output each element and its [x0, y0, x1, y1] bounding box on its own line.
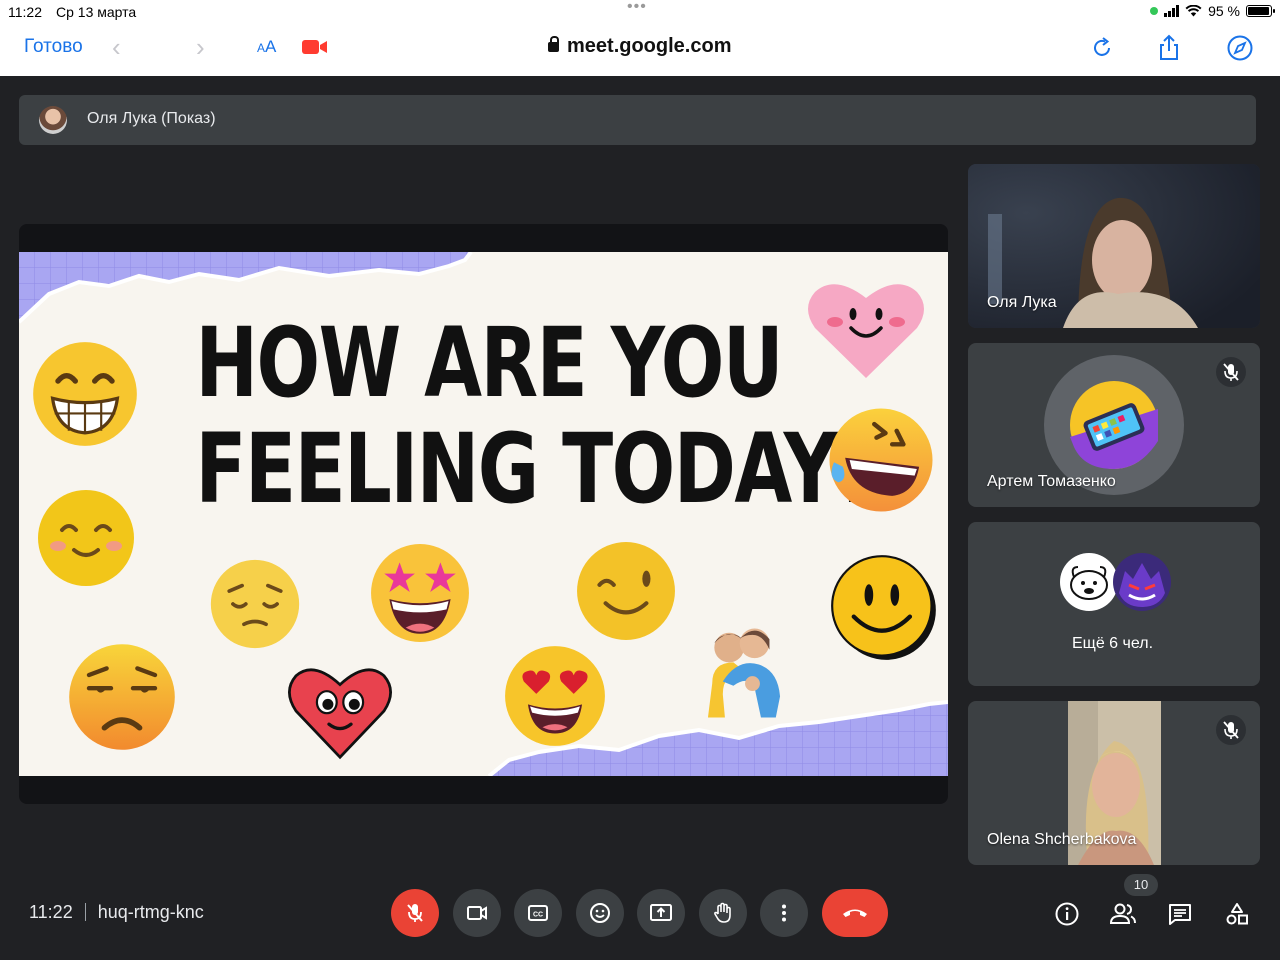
battery-percent: 95 %: [1208, 3, 1240, 19]
text-size-button[interactable]: AA: [257, 37, 276, 57]
status-bar: 11:22 Ср 13 марта ••• 95 %: [0, 0, 1280, 24]
text-size-large-label: A: [265, 37, 277, 56]
slide-title: HOW ARE YOU FEELING TODAY?: [195, 307, 879, 525]
meeting-details: 11:22 huq-rtmg-knc: [29, 902, 204, 923]
wifi-icon: [1185, 5, 1202, 17]
camera-recording-icon[interactable]: [302, 38, 328, 56]
info-icon: [1055, 902, 1079, 926]
forward-chevron-icon[interactable]: ›: [196, 32, 205, 63]
raise-hand-button[interactable]: [699, 889, 747, 937]
slide-title-line-2: FEELING TODAY?: [195, 413, 879, 525]
participant-tile[interactable]: Артем Томазенко: [968, 343, 1260, 507]
battery-icon: [1246, 5, 1275, 17]
status-time: 11:22: [8, 4, 42, 20]
winking-face-icon: [577, 542, 675, 640]
url-text: meet.google.com: [567, 35, 732, 57]
mic-off-icon: [1223, 363, 1239, 381]
participant-avatar: [1113, 553, 1171, 611]
video-camera-icon: [467, 906, 487, 920]
pink-heart-face-icon: [808, 284, 924, 378]
participant-avatar: [1070, 381, 1158, 469]
more-vert-icon: [782, 904, 786, 922]
shared-slide: HOW ARE YOU FEELING TODAY?: [19, 252, 948, 776]
closed-captions-icon: CC: [528, 905, 548, 921]
meeting-controls-bar: 11:22 huq-rtmg-knc CC: [0, 872, 1280, 960]
camera-toggle-button[interactable]: [453, 889, 501, 937]
muted-indicator: [1216, 357, 1246, 387]
back-chevron-icon[interactable]: ‹: [112, 32, 121, 63]
participant-tile[interactable]: Оля Лука: [968, 164, 1260, 328]
blushing-face-icon: [38, 490, 134, 586]
more-participants-label: Ещё 6 чел.: [1072, 635, 1154, 652]
multitasking-dots-icon[interactable]: •••: [627, 0, 647, 16]
presenter-bar: Оля Лука (Показ): [19, 95, 1256, 145]
activities-button[interactable]: [1223, 900, 1251, 928]
shapes-icon: [1226, 903, 1248, 925]
svg-text:CC: CC: [533, 912, 543, 919]
divider: [84, 903, 86, 921]
mic-off-icon: [407, 904, 423, 922]
raise-hand-icon: [714, 902, 731, 923]
participants-button[interactable]: [1109, 900, 1137, 928]
present-screen-button[interactable]: [637, 889, 685, 937]
heart-face-icon: [288, 668, 392, 760]
emoji-icon: [590, 903, 610, 923]
chat-button[interactable]: [1166, 900, 1194, 928]
participant-count-badge: 10: [1124, 874, 1158, 896]
presenter-label: Оля Лука (Показ): [87, 110, 216, 127]
participant-name: Olena Shcherbakova: [987, 831, 1137, 848]
participant-name: Оля Лука: [987, 294, 1057, 311]
meeting-info-button[interactable]: [1053, 900, 1081, 928]
meeting-code: huq-rtmg-knc: [97, 902, 204, 922]
heart-eyes-face-icon: [505, 646, 605, 746]
captions-button[interactable]: CC: [514, 889, 562, 937]
address-bar[interactable]: meet.google.com: [548, 35, 731, 58]
reactions-button[interactable]: [576, 889, 624, 937]
camera-in-use-dot-icon: [1150, 7, 1159, 15]
presenter-avatar: [39, 106, 67, 134]
people-hugging-icon: [707, 628, 781, 718]
participant-tile-overflow[interactable]: Ещё 6 чел.: [968, 522, 1260, 686]
smiley-face-icon: [831, 555, 936, 660]
text-size-small-label: A: [257, 41, 266, 55]
pensive-face-icon: [210, 559, 300, 649]
slide-title-line-1: HOW ARE YOU: [195, 307, 783, 419]
microphone-toggle-button[interactable]: [391, 889, 439, 937]
browser-toolbar: Готово ‹ › AA meet.google.com: [0, 24, 1280, 76]
hang-up-icon: [843, 909, 867, 917]
meeting-time: 11:22: [29, 902, 73, 922]
status-date: Ср 13 марта: [56, 4, 137, 20]
share-icon[interactable]: [1155, 34, 1183, 62]
participant-tile[interactable]: Olena Shcherbakova: [968, 701, 1260, 865]
unamused-face-icon: [69, 644, 175, 750]
rolling-laughing-face-icon: [829, 408, 933, 512]
done-button[interactable]: Готово: [24, 36, 83, 58]
mic-off-icon: [1223, 721, 1239, 739]
leave-call-button[interactable]: [822, 889, 888, 937]
people-icon: [1109, 903, 1136, 924]
cellular-signal-icon: [1164, 5, 1180, 17]
grinning-face-icon: [33, 342, 137, 446]
more-options-button[interactable]: [760, 889, 808, 937]
chat-icon: [1169, 904, 1191, 925]
participant-name: Артем Томазенко: [987, 473, 1116, 490]
presentation-stage[interactable]: HOW ARE YOU FEELING TODAY?: [19, 224, 948, 804]
muted-indicator: [1216, 715, 1246, 745]
present-screen-icon: [650, 904, 672, 921]
lock-icon: [548, 36, 559, 52]
participant-avatar: [1060, 553, 1118, 611]
status-indicators: 95 %: [1150, 3, 1275, 19]
star-struck-face-icon: [371, 544, 469, 642]
reload-icon[interactable]: [1088, 34, 1116, 62]
compass-icon[interactable]: [1226, 34, 1254, 62]
